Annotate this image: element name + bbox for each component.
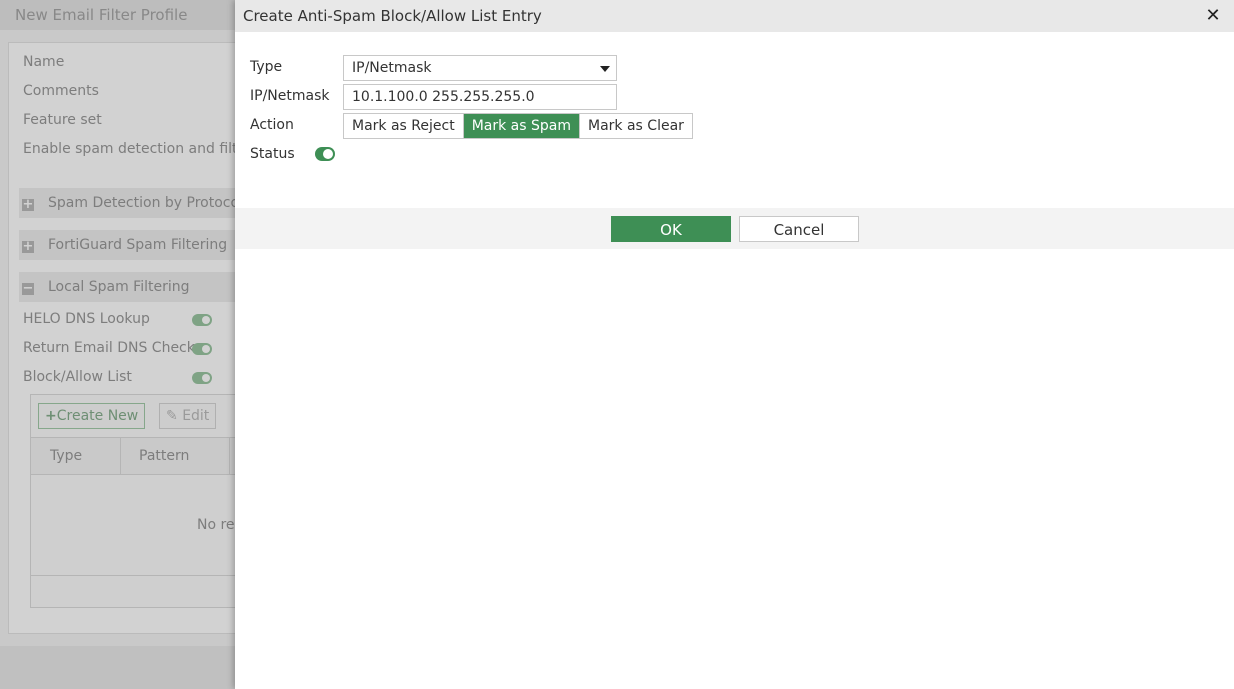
create-new-button[interactable]: +Create New xyxy=(38,403,146,429)
status-toggle[interactable] xyxy=(315,147,335,161)
type-select[interactable]: IP/Netmask xyxy=(343,55,617,81)
action-mark-as-spam[interactable]: Mark as Spam xyxy=(462,114,579,138)
column-divider xyxy=(229,438,230,474)
collapse-minus-icon: − xyxy=(22,281,34,296)
helo-dns-lookup-toggle[interactable] xyxy=(192,314,212,326)
ip-netmask-input[interactable]: 10.1.100.0 255.255.255.0 xyxy=(343,84,617,110)
expand-plus-icon: + xyxy=(22,197,34,212)
section-local-spam-filtering[interactable]: − Local Spam Filtering xyxy=(19,272,255,302)
pencil-icon: ✎ xyxy=(166,408,178,424)
edit-label: Edit xyxy=(182,408,210,424)
action-mark-as-reject[interactable]: Mark as Reject xyxy=(344,114,463,138)
ip-netmask-label: IP/Netmask xyxy=(250,88,330,104)
background-page-title: New Email Filter Profile xyxy=(15,6,188,24)
action-segmented-control: Mark as Reject Mark as Spam Mark as Clea… xyxy=(343,113,693,139)
feature-set-label: Feature set xyxy=(23,112,102,128)
dialog-header: Create Anti-Spam Block/Allow List Entry … xyxy=(235,0,1234,32)
return-email-dns-check-label: Return Email DNS Check xyxy=(23,340,195,356)
ip-netmask-value: 10.1.100.0 255.255.255.0 xyxy=(352,89,535,105)
section-label: FortiGuard Spam Filtering xyxy=(48,237,228,253)
action-label: Action xyxy=(250,117,294,133)
column-divider xyxy=(120,438,121,474)
edit-button[interactable]: ✎ Edit xyxy=(159,403,217,429)
dialog-title: Create Anti-Spam Block/Allow List Entry xyxy=(243,7,542,25)
action-mark-as-clear[interactable]: Mark as Clear xyxy=(579,114,692,138)
expand-plus-icon: + xyxy=(22,239,34,254)
table-header-row: Type Pattern xyxy=(31,437,241,475)
type-label: Type xyxy=(250,59,283,75)
create-new-label: Create New xyxy=(56,408,139,424)
plus-icon: + xyxy=(45,408,57,424)
type-select-value: IP/Netmask xyxy=(352,60,432,76)
name-field-label: Name xyxy=(23,54,65,70)
close-icon[interactable]: ✕ xyxy=(1204,6,1222,26)
ok-button[interactable]: OK xyxy=(611,216,731,242)
toggle-knob xyxy=(323,149,333,159)
dialog-footer: OK Cancel xyxy=(235,208,1234,249)
column-header-pattern[interactable]: Pattern xyxy=(139,438,189,474)
create-block-allow-entry-dialog: Create Anti-Spam Block/Allow List Entry … xyxy=(235,0,1234,689)
comments-field-label: Comments xyxy=(23,83,99,99)
status-label: Status xyxy=(250,146,295,162)
section-fortiguard-spam-filtering[interactable]: + FortiGuard Spam Filtering xyxy=(19,230,255,260)
block-allow-list-toggle[interactable] xyxy=(192,372,212,384)
return-email-dns-check-toggle[interactable] xyxy=(192,343,212,355)
cancel-button[interactable]: Cancel xyxy=(739,216,859,242)
table-footer-divider xyxy=(31,575,241,576)
block-allow-list-label: Block/Allow List xyxy=(23,369,132,385)
section-label: Local Spam Filtering xyxy=(48,279,190,295)
caret-down-icon xyxy=(600,66,610,72)
section-label: Spam Detection by Protocol xyxy=(48,195,243,211)
helo-dns-lookup-label: HELO DNS Lookup xyxy=(23,311,150,327)
table-empty-message: No re xyxy=(197,517,235,533)
background-footer-bar xyxy=(0,646,240,689)
section-spam-detection-by-protocol[interactable]: + Spam Detection by Protocol xyxy=(19,188,255,218)
column-header-type[interactable]: Type xyxy=(50,438,82,474)
block-allow-list-table: +Create New ✎ Edit Type Pattern No re xyxy=(30,394,242,608)
